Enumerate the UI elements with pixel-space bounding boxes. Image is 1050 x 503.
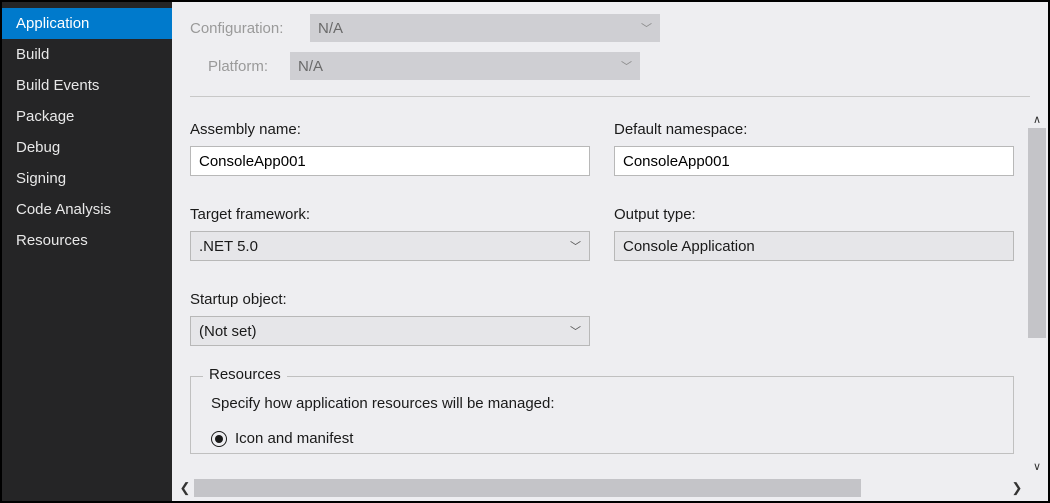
- startup-object-label: Startup object:: [190, 287, 590, 310]
- sidebar-item-code-analysis[interactable]: Code Analysis: [2, 194, 172, 225]
- default-namespace-input[interactable]: [614, 146, 1014, 176]
- configuration-select: N/A ﹀: [310, 14, 660, 42]
- horizontal-scroll-thumb[interactable]: [194, 479, 861, 497]
- radio-icon: [211, 431, 227, 447]
- configuration-value: N/A: [318, 20, 343, 37]
- project-properties-window: Application Build Build Events Package D…: [0, 0, 1050, 503]
- sidebar-item-signing[interactable]: Signing: [2, 163, 172, 194]
- resources-description: Specify how application resources will b…: [211, 395, 997, 412]
- default-namespace-label: Default namespace:: [614, 117, 1014, 140]
- assembly-name-label: Assembly name:: [190, 117, 590, 140]
- form-scroll-region: Assembly name: Default namespace: Target…: [172, 105, 1048, 501]
- vertical-scroll-thumb[interactable]: [1028, 128, 1046, 338]
- sidebar-item-resources[interactable]: Resources: [2, 225, 172, 256]
- scroll-right-icon[interactable]: ❯: [1008, 479, 1026, 497]
- horizontal-scroll-track[interactable]: [194, 479, 1008, 497]
- vertical-scrollbar[interactable]: ∧ ∨: [1028, 110, 1046, 475]
- platform-label: Platform:: [208, 58, 280, 75]
- assembly-name-input[interactable]: [190, 146, 590, 176]
- vertical-scroll-track[interactable]: [1028, 128, 1046, 457]
- target-framework-select[interactable]: .NET 5.0 ﹀: [190, 231, 590, 261]
- chevron-down-icon: ﹀: [641, 20, 652, 36]
- sidebar-nav: Application Build Build Events Package D…: [2, 2, 172, 501]
- icon-and-manifest-label: Icon and manifest: [235, 430, 353, 447]
- scroll-up-icon[interactable]: ∧: [1028, 110, 1046, 128]
- platform-select: N/A ﹀: [290, 52, 640, 80]
- configuration-row: Configuration: N/A ﹀: [190, 14, 1030, 42]
- sidebar-item-build-events[interactable]: Build Events: [2, 70, 172, 101]
- chevron-down-icon: ﹀: [570, 238, 581, 254]
- form-body: Assembly name: Default namespace: Target…: [172, 105, 1048, 454]
- chevron-down-icon: ﹀: [570, 323, 581, 339]
- scroll-down-icon[interactable]: ∨: [1028, 457, 1046, 475]
- sidebar-item-application[interactable]: Application: [2, 8, 172, 39]
- output-type-label: Output type:: [614, 202, 1014, 225]
- horizontal-scrollbar[interactable]: ❮ ❯: [176, 479, 1026, 497]
- startup-object-select[interactable]: (Not set) ﹀: [190, 316, 590, 346]
- sidebar-item-build[interactable]: Build: [2, 39, 172, 70]
- output-type-select[interactable]: Console Application: [614, 231, 1014, 261]
- chevron-down-icon: ﹀: [621, 58, 632, 74]
- platform-value: N/A: [298, 58, 323, 75]
- scroll-left-icon[interactable]: ❮: [176, 479, 194, 497]
- resources-group: Resources Specify how application resour…: [190, 376, 1014, 454]
- divider: [190, 96, 1030, 97]
- target-framework-value: .NET 5.0: [199, 238, 258, 255]
- icon-and-manifest-radio[interactable]: Icon and manifest: [211, 430, 997, 453]
- target-framework-label: Target framework:: [190, 202, 590, 225]
- output-type-value: Console Application: [623, 238, 755, 255]
- config-toolbar: Configuration: N/A ﹀ Platform: N/A ﹀: [172, 2, 1048, 105]
- resources-legend: Resources: [203, 366, 287, 383]
- startup-object-value: (Not set): [199, 323, 257, 340]
- configuration-label: Configuration:: [190, 20, 300, 37]
- platform-row: Platform: N/A ﹀: [190, 52, 1030, 80]
- main-panel: Configuration: N/A ﹀ Platform: N/A ﹀ Ass…: [172, 2, 1048, 501]
- sidebar-item-debug[interactable]: Debug: [2, 132, 172, 163]
- sidebar-item-package[interactable]: Package: [2, 101, 172, 132]
